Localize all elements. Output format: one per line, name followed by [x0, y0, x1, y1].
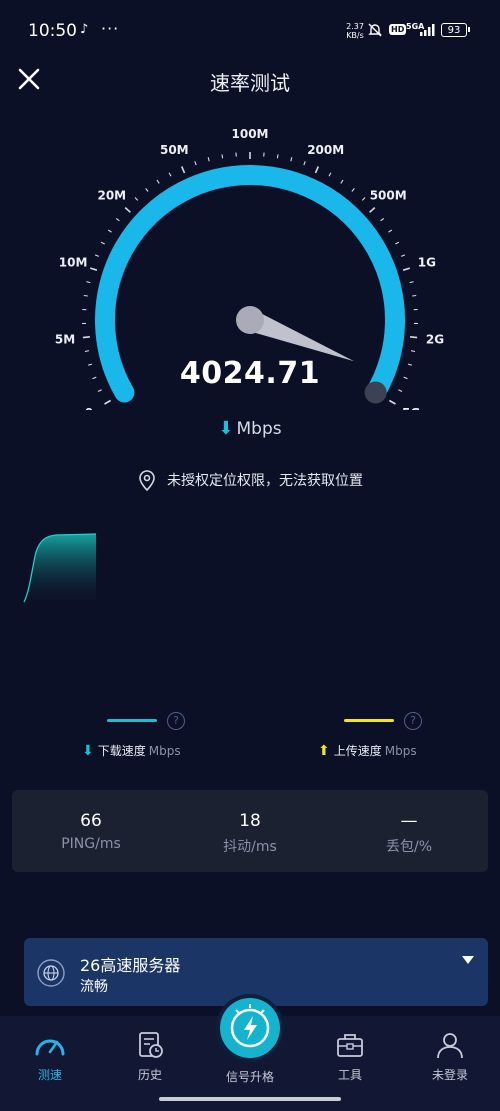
gauge-tick-label: 20M [97, 189, 126, 203]
gauge-tick [410, 336, 418, 339]
status-bar: 10:50 ♪ ··· 2.37 KB/s HD 5GA 93 [0, 0, 500, 60]
upload-arrow-icon: ⬆ [318, 743, 330, 759]
home-indicator[interactable] [159, 1097, 341, 1101]
location-notice: 未授权定位权限，无法获取位置 [0, 469, 500, 493]
gauge-tick-label: 2G [426, 332, 444, 346]
download-legend: ? [107, 710, 185, 730]
download-legend-line [107, 719, 157, 722]
dropdown-arrow-icon[interactable] [462, 956, 474, 964]
upload-legend-line [344, 719, 394, 722]
gauge-tick [290, 157, 293, 162]
battery-icon: 93 [441, 23, 470, 37]
gauge-tick [194, 161, 197, 166]
gauge-tick [86, 281, 91, 284]
gauge-tick-label: 50M [160, 143, 189, 157]
nav-speedtest[interactable]: 测速 [15, 1030, 85, 1083]
gauge-tick [89, 267, 98, 271]
server-name: 26高速服务器 [80, 956, 181, 975]
gauge-tick [145, 187, 149, 192]
nav-tools[interactable]: 工具 [315, 1030, 385, 1083]
signal-boost-icon [230, 1004, 270, 1048]
hd-badge: HD [389, 24, 407, 35]
gauge-tick [94, 254, 100, 257]
signal-boost-button[interactable] [220, 998, 280, 1058]
gauge-tick-label: 10M [59, 256, 88, 270]
signal-icon [420, 24, 435, 36]
network-rate: 2.37 KB/s [346, 22, 364, 40]
gauge-tick [369, 207, 376, 213]
gauge-tick [412, 294, 417, 297]
speed-value: 4024.71 [179, 356, 321, 391]
history-icon [139, 1032, 163, 1058]
tiktok-icon: ♪ [80, 22, 89, 37]
nav-signal-boost-label: 信号升格 [225, 1070, 274, 1084]
gauge-tick-label: 200M [307, 143, 344, 157]
stat-ping: 66 PING/ms [61, 811, 121, 852]
stat-packet-loss: — 丢包/% [385, 811, 433, 855]
gauge-tick [107, 229, 112, 233]
stats-card: 66 PING/ms 18 抖动/ms — 丢包/% [12, 790, 488, 872]
upload-legend: ? [344, 710, 422, 730]
gauge-tick-label: 1G [418, 256, 436, 270]
gauge-tick [104, 399, 111, 405]
gauge-tick [221, 154, 224, 159]
gauge-tick [156, 179, 160, 184]
gauge-tick [115, 217, 120, 222]
gauge-tick [361, 197, 366, 201]
gauge-tick [276, 154, 279, 159]
gauge-tick [100, 241, 105, 245]
page-title: 速率测试 [210, 71, 290, 95]
speedometer-icon [35, 1039, 65, 1056]
speed-unit: ⬇ Mbps [218, 418, 282, 439]
gauge-tick [380, 217, 385, 222]
mute-bell-icon [368, 23, 382, 37]
more-notifications-icon: ··· [101, 19, 120, 38]
gauge-tick [389, 399, 396, 405]
upload-help-icon[interactable]: ? [404, 711, 422, 730]
gauge-tick [410, 350, 416, 353]
user-icon [437, 1033, 463, 1059]
status-time: 10:50 [28, 21, 77, 41]
gauge-tick [409, 281, 414, 284]
nav-history[interactable]: 历史 [115, 1030, 185, 1083]
gauge-tick [388, 229, 393, 233]
gauge-tick [134, 197, 139, 201]
gauge-tick [207, 157, 210, 162]
gauge-tick [395, 241, 400, 245]
gauge-tick-label: 500M [370, 189, 407, 203]
nav-login[interactable]: 未登录 [415, 1030, 485, 1083]
location-pin-icon [139, 470, 155, 492]
gauge-tick [168, 172, 172, 177]
gauge-tick [314, 166, 320, 174]
download-arrow-icon: ⬇ [218, 418, 234, 439]
upload-label: ⬆ 上传速度 Mbps [318, 743, 417, 759]
gauge-tick [303, 161, 306, 166]
gauge-tick-label: 5G [402, 406, 420, 410]
gauge-tick [180, 166, 186, 174]
gauge-hub [236, 306, 264, 334]
gauge-tick [340, 179, 344, 184]
gauge-tick-label: 0 [85, 406, 93, 410]
gauge-tick [400, 254, 406, 257]
stat-jitter: 18 抖动/ms [223, 811, 277, 855]
gauge-tick [351, 187, 355, 192]
gauge-tick [83, 294, 88, 297]
download-label: ⬇ 下载速度 Mbps [82, 743, 181, 759]
gauge-tick [124, 207, 131, 213]
speed-curve-graph [23, 533, 97, 603]
download-arrow-icon: ⬇ [82, 743, 94, 759]
gauge-tick [84, 350, 90, 353]
gauge-tick-label: 100M [232, 127, 269, 141]
server-status: 流畅 [80, 979, 108, 995]
gauge-tick [328, 172, 332, 177]
server-selector[interactable]: 26高速服务器 流畅 [24, 938, 488, 1006]
gauge-tick-label: 5M [55, 332, 75, 346]
toolbox-icon [337, 1034, 363, 1057]
gauge-tick [82, 336, 90, 339]
gauge-tick [402, 267, 411, 271]
download-help-icon[interactable]: ? [167, 711, 185, 730]
globe-icon [37, 959, 65, 987]
